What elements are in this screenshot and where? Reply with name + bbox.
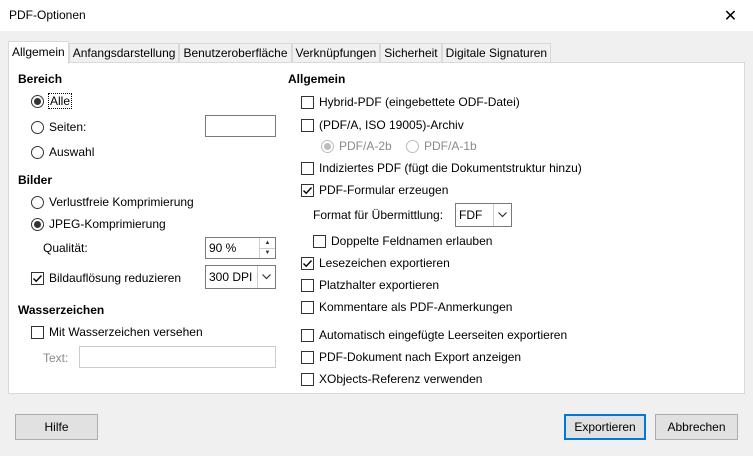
- check-indiziert-box[interactable]: [301, 161, 314, 175]
- tab-verknuepfungen[interactable]: Verknüpfungen: [291, 43, 381, 63]
- check-anzeigen[interactable]: PDF-Dokument nach Export anzeigen: [301, 350, 521, 364]
- check-kommentare-box[interactable]: [301, 300, 314, 314]
- check-anzeigen-label: PDF-Dokument nach Export anzeigen: [319, 350, 522, 364]
- radio-alle[interactable]: Alle: [31, 93, 73, 109]
- format-combo[interactable]: FDF: [455, 203, 512, 227]
- tab-digitale-signaturen[interactable]: Digitale Signaturen: [441, 43, 552, 63]
- spin-up-icon[interactable]: ▲: [260, 238, 275, 249]
- radio-auswahl[interactable]: Auswahl: [31, 145, 94, 159]
- check-hybrid-label: Hybrid-PDF (eingebettete ODF-Datei): [319, 95, 520, 109]
- radio-auswahl-label: Auswahl: [49, 145, 95, 159]
- check-wasserzeichen-label: Mit Wasserzeichen versehen: [49, 325, 203, 339]
- seiten-input[interactable]: [205, 115, 276, 137]
- check-doppelt-label: Doppelte Feldnamen erlauben: [331, 234, 493, 248]
- radio-verlustfrei-indicator[interactable]: [31, 195, 44, 209]
- check-platzhalter[interactable]: Platzhalter exportieren: [301, 278, 439, 292]
- chevron-down-icon[interactable]: [257, 266, 275, 288]
- tab-allgemein[interactable]: Allgemein: [8, 41, 69, 64]
- radio-seiten-indicator[interactable]: [31, 120, 44, 134]
- checkmark-icon: [303, 259, 313, 267]
- check-lesezeichen-label: Lesezeichen exportieren: [319, 256, 450, 270]
- check-indiziert-label: Indiziertes PDF (fügt die Dokumentstrukt…: [319, 161, 582, 175]
- close-icon[interactable]: ✕: [708, 0, 753, 31]
- abbrechen-button[interactable]: Abbrechen: [655, 414, 738, 440]
- format-value[interactable]: FDF: [456, 204, 493, 226]
- wasserzeichen-heading: Wasserzeichen: [18, 303, 105, 317]
- aufloesung-combo[interactable]: 300 DPI: [205, 265, 276, 289]
- radio-pdfa2b-label: PDF/A-2b: [339, 139, 392, 153]
- qualitaet-spinbox[interactable]: 90 % ▲ ▼: [205, 237, 276, 259]
- check-aufloesung-label: Bildauflösung reduzieren: [49, 271, 182, 285]
- check-hybrid[interactable]: Hybrid-PDF (eingebettete ODF-Datei): [301, 95, 520, 109]
- radio-verlustfrei[interactable]: Verlustfreie Komprimierung: [31, 195, 194, 209]
- radio-verlustfrei-label: Verlustfreie Komprimierung: [49, 195, 194, 209]
- tab-sicherheit[interactable]: Sicherheit: [380, 43, 442, 63]
- check-formular-label: PDF-Formular erzeugen: [319, 183, 449, 197]
- check-xobjects-label: XObjects-Referenz verwenden: [319, 372, 483, 386]
- check-platzhalter-label: Platzhalter exportieren: [319, 278, 440, 292]
- check-leerseiten[interactable]: Automatisch eingefügte Leerseiten export…: [301, 328, 567, 342]
- check-kommentare-label: Kommentare als PDF-Anmerkungen: [319, 300, 513, 314]
- format-label: Format für Übermittlung:: [313, 208, 444, 222]
- chevron-down-icon[interactable]: [493, 204, 511, 226]
- check-doppelt[interactable]: Doppelte Feldnamen erlauben: [313, 234, 492, 248]
- check-xobjects-box[interactable]: [301, 372, 314, 386]
- check-formular[interactable]: PDF-Formular erzeugen: [301, 183, 448, 197]
- check-leerseiten-label: Automatisch eingefügte Leerseiten export…: [319, 328, 568, 342]
- check-leerseiten-box[interactable]: [301, 328, 314, 342]
- hilfe-button[interactable]: Hilfe: [15, 414, 98, 440]
- check-pdfa[interactable]: (PDF/A, ISO 19005)-Archiv: [301, 118, 464, 132]
- check-wasserzeichen-box[interactable]: [31, 325, 44, 339]
- exportieren-button[interactable]: Exportieren: [564, 414, 646, 440]
- radio-pdfa2b[interactable]: PDF/A-2b: [321, 139, 392, 153]
- aufloesung-value[interactable]: 300 DPI: [206, 266, 257, 288]
- window-title: PDF-Optionen: [9, 8, 86, 22]
- check-wasserzeichen[interactable]: Mit Wasserzeichen versehen: [31, 325, 203, 339]
- checkmark-icon: [303, 186, 313, 194]
- bereich-heading: Bereich: [18, 72, 63, 86]
- check-lesezeichen-box[interactable]: [301, 256, 314, 270]
- check-hybrid-box[interactable]: [301, 95, 314, 109]
- checkmark-icon: [33, 274, 43, 282]
- check-doppelt-box[interactable]: [313, 234, 326, 248]
- radio-alle-indicator[interactable]: [31, 94, 44, 108]
- check-pdfa-label: (PDF/A, ISO 19005)-Archiv: [319, 118, 464, 132]
- check-aufloesung-box[interactable]: [31, 271, 44, 285]
- radio-pdfa1b-label: PDF/A-1b: [424, 139, 477, 153]
- wasserzeichen-text-label: Text:: [43, 351, 69, 365]
- radio-jpeg-label: JPEG-Komprimierung: [49, 217, 166, 231]
- radio-pdfa1b[interactable]: PDF/A-1b: [406, 139, 477, 153]
- check-formular-box[interactable]: [301, 183, 314, 197]
- check-anzeigen-box[interactable]: [301, 350, 314, 364]
- check-lesezeichen[interactable]: Lesezeichen exportieren: [301, 256, 450, 270]
- qualitaet-value[interactable]: 90 %: [206, 238, 259, 258]
- check-aufloesung[interactable]: Bildauflösung reduzieren: [31, 271, 181, 285]
- tab-bar: Allgemein Anfangsdarstellung Benutzerobe…: [8, 41, 552, 64]
- tab-anfangsdarstellung[interactable]: Anfangsdarstellung: [68, 43, 180, 63]
- check-kommentare[interactable]: Kommentare als PDF-Anmerkungen: [301, 300, 512, 314]
- check-pdfa-box[interactable]: [301, 118, 314, 132]
- wasserzeichen-text-input[interactable]: [79, 346, 276, 368]
- radio-auswahl-indicator[interactable]: [31, 145, 44, 159]
- spin-down-icon[interactable]: ▼: [260, 249, 275, 259]
- title-bar: [0, 0, 753, 32]
- tab-benutzeroberflaeche[interactable]: Benutzeroberfläche: [179, 43, 292, 63]
- radio-seiten[interactable]: Seiten:: [31, 120, 86, 134]
- radio-alle-label: Alle: [47, 93, 73, 109]
- check-indiziert[interactable]: Indiziertes PDF (fügt die Dokumentstrukt…: [301, 161, 582, 175]
- radio-pdfa2b-indicator[interactable]: [321, 139, 334, 153]
- check-xobjects[interactable]: XObjects-Referenz verwenden: [301, 372, 482, 386]
- radio-seiten-label: Seiten:: [49, 120, 87, 134]
- radio-jpeg[interactable]: JPEG-Komprimierung: [31, 217, 166, 231]
- radio-jpeg-indicator[interactable]: [31, 217, 44, 231]
- bilder-heading: Bilder: [18, 173, 53, 187]
- check-platzhalter-box[interactable]: [301, 278, 314, 292]
- qualitaet-label: Qualität:: [43, 241, 88, 255]
- radio-pdfa1b-indicator[interactable]: [406, 139, 419, 153]
- allgemein-heading: Allgemein: [288, 72, 346, 86]
